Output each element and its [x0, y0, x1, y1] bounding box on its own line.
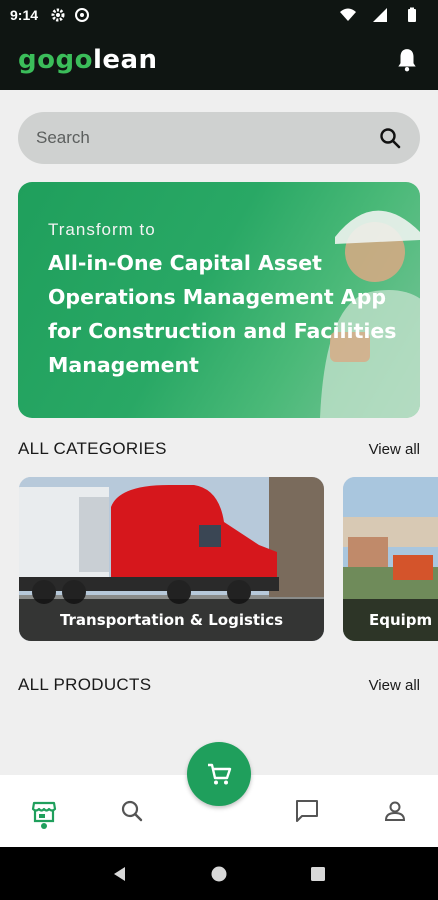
status-time: 9:14	[10, 7, 39, 23]
products-title: ALL PRODUCTS	[18, 675, 152, 694]
chat-icon[interactable]	[293, 797, 321, 825]
category-card-transportation[interactable]: Transportation & Logistics	[19, 477, 324, 641]
search-bar[interactable]	[18, 112, 420, 164]
banner-headline: All-in-One Capital Asset Operations Mana…	[48, 251, 397, 377]
search-icon[interactable]	[378, 126, 402, 150]
battery-icon	[408, 7, 416, 22]
signal-icon	[373, 8, 387, 22]
cart-button[interactable]	[187, 742, 251, 806]
category-card-equipment[interactable]: Equipm	[343, 477, 438, 641]
categories-view-all-link[interactable]: View all	[369, 441, 420, 458]
banner-pretitle: Transform to	[48, 220, 156, 239]
products-view-all-link[interactable]: View all	[369, 677, 420, 694]
system-navigation-bar	[0, 847, 438, 900]
status-bar: 9:14	[0, 0, 438, 30]
categories-title: ALL CATEGORIES	[18, 439, 167, 458]
cart-icon	[208, 763, 232, 785]
notification-bell-icon[interactable]	[394, 47, 420, 73]
at-sign-icon	[75, 8, 90, 22]
store-icon[interactable]	[30, 797, 58, 825]
category-label: Equipm	[343, 599, 438, 641]
app-header: gogolean	[0, 30, 438, 90]
app-logo: gogolean	[18, 45, 158, 75]
settings-icon	[51, 8, 65, 22]
wifi-icon	[340, 8, 356, 21]
active-tab-indicator	[41, 823, 47, 829]
profile-icon[interactable]	[381, 797, 409, 825]
recents-icon[interactable]	[309, 865, 327, 883]
search-input[interactable]	[36, 128, 378, 148]
category-label: Transportation & Logistics	[19, 599, 324, 641]
home-icon[interactable]	[210, 865, 228, 883]
promo-banner[interactable]: Transform to All-in-One Capital Asset Op…	[18, 182, 420, 418]
search-icon[interactable]	[118, 797, 146, 825]
back-icon[interactable]	[111, 865, 129, 883]
